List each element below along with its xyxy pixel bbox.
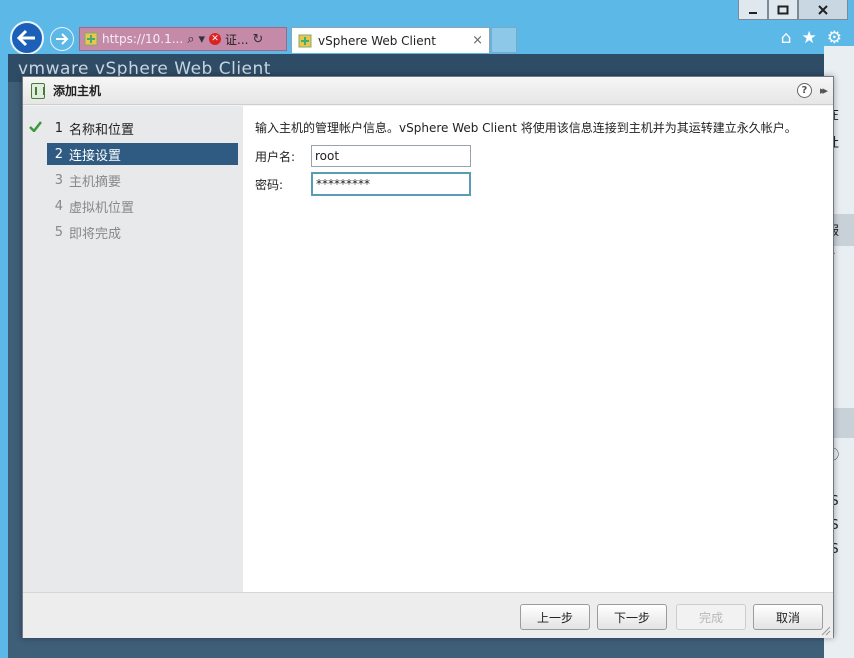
url-text[interactable]: https://10.1... [102, 32, 183, 46]
step-number: 2 [54, 146, 63, 162]
vsphere-page-icon [84, 32, 98, 46]
username-field[interactable] [311, 145, 471, 167]
settings-gear-icon[interactable]: ⚙ [827, 29, 842, 47]
close-icon [818, 4, 828, 15]
browser-tools: ⌂ ★ ⚙ [781, 29, 842, 47]
instructions-text: 输入主机的管理帐户信息。vSphere Web Client 将使用该信息连接到… [255, 121, 797, 135]
forward-button[interactable] [50, 27, 74, 51]
tab-close-icon[interactable]: × [472, 33, 483, 48]
dialog-footer: 上一步 下一步 完成 取消 [23, 592, 833, 638]
help-icon[interactable]: ? [796, 83, 812, 98]
step-number: 5 [54, 224, 63, 240]
cert-error-icon[interactable]: ✕ [209, 33, 221, 45]
minimize-button[interactable] [738, 0, 768, 20]
password-row: 密码: [255, 171, 821, 197]
wizard-steps: 1 名称和位置 2 连接设置 3 主机摘要 4 虚拟机位置 5 即将完成 [23, 106, 243, 592]
step-number: 1 [54, 120, 63, 136]
step-connection-settings[interactable]: 2 连接设置 [47, 143, 238, 165]
host-icon [31, 82, 45, 99]
next-step-button[interactable]: 下一步 [597, 604, 667, 630]
dialog-title: 添加主机 [53, 84, 102, 98]
minimize-icon [749, 11, 757, 14]
username-label: 用户名: [255, 149, 296, 164]
step-label: 虚拟机位置 [69, 200, 135, 216]
step-host-summary: 3 主机摘要 [47, 169, 238, 191]
step-number: 3 [54, 172, 63, 188]
dialog-title-bar[interactable]: 添加主机 ? ▸▸ [23, 77, 833, 105]
connection-settings-panel: 输入主机的管理帐户信息。vSphere Web Client 将使用该信息连接到… [243, 106, 833, 592]
expand-icon[interactable]: ▸▸ [820, 84, 828, 97]
back-step-button[interactable]: 上一步 [520, 604, 590, 630]
maximize-icon [777, 5, 789, 14]
step-label: 名称和位置 [69, 122, 135, 138]
search-icon[interactable]: ⌕ [187, 32, 194, 47]
cancel-button[interactable]: 取消 [753, 604, 823, 630]
username-row: 用户名: [255, 143, 821, 169]
maximize-button[interactable] [768, 0, 798, 20]
arrow-right-icon [56, 33, 69, 45]
step-label: 即将完成 [69, 226, 122, 242]
favorites-star-icon[interactable]: ★ [802, 29, 817, 47]
tab-title: vSphere Web Client [318, 33, 436, 48]
step-number: 4 [54, 198, 63, 214]
address-bar[interactable]: https://10.1... ⌕ ▾ ✕ 证... ↻ [79, 27, 287, 51]
close-window-button[interactable] [798, 0, 848, 20]
step-label: 主机摘要 [69, 174, 122, 190]
cert-error-text[interactable]: 证... [225, 31, 248, 48]
home-icon[interactable]: ⌂ [781, 29, 792, 47]
arrow-left-icon [17, 29, 35, 47]
new-tab-button[interactable] [491, 27, 517, 53]
tab-vsphere[interactable]: vSphere Web Client × [291, 27, 490, 53]
password-field[interactable] [311, 172, 471, 196]
vsphere-tab-icon [298, 34, 312, 47]
password-label: 密码: [255, 177, 284, 192]
back-button[interactable] [10, 21, 44, 55]
checkmark-icon [29, 121, 42, 132]
dialog-body: 1 名称和位置 2 连接设置 3 主机摘要 4 虚拟机位置 5 即将完成 输入主… [23, 106, 833, 592]
step-label: 连接设置 [69, 148, 122, 164]
add-host-dialog: 添加主机 ? ▸▸ 1 名称和位置 2 连接设置 3 主机摘要 4 虚拟机位置 [22, 76, 834, 638]
step-vm-location: 4 虚拟机位置 [47, 195, 238, 217]
window-controls [738, 0, 848, 20]
refresh-icon[interactable]: ↻ [252, 32, 263, 47]
dropdown-icon[interactable]: ▾ [198, 32, 205, 47]
step-name-and-location[interactable]: 1 名称和位置 [29, 117, 238, 139]
resize-grip-icon[interactable] [821, 626, 831, 636]
finish-button: 完成 [676, 604, 746, 630]
step-ready-to-complete: 5 即将完成 [47, 221, 238, 243]
